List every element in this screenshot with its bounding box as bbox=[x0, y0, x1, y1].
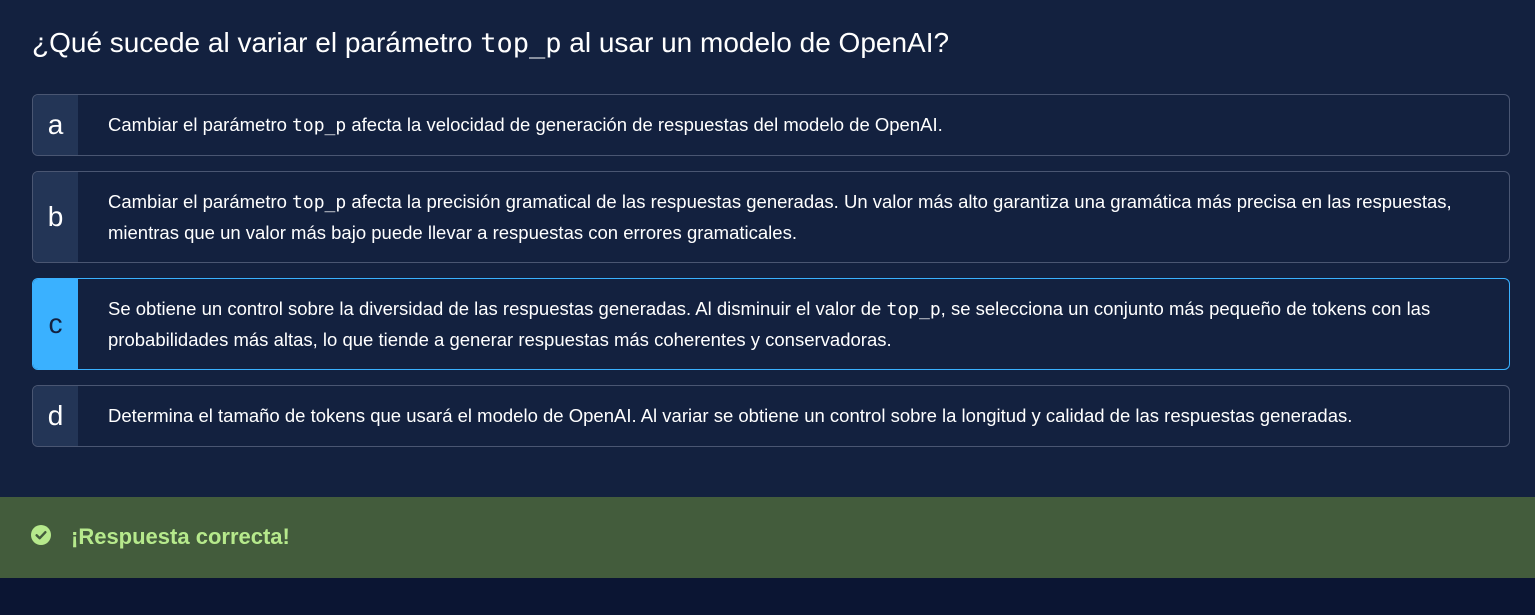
option-d-text: Determina el tamaño de tokens que usará … bbox=[108, 405, 1353, 426]
option-c-code: top_p bbox=[886, 298, 941, 320]
option-a-text-end: afecta la velocidad de generación de res… bbox=[346, 113, 943, 135]
question-text-end: al usar un modelo de OpenAI? bbox=[561, 27, 950, 58]
option-text-c: Se obtiene un control sobre la diversida… bbox=[108, 279, 1469, 369]
answer-option-c[interactable]: c Se obtiene un control sobre la diversi… bbox=[32, 278, 1510, 370]
answer-option-d[interactable]: d Determina el tamaño de tokens que usar… bbox=[32, 385, 1510, 447]
option-a-code: top_p bbox=[292, 114, 347, 136]
option-letter-c: c bbox=[33, 279, 78, 369]
option-text-a: Cambiar el parámetro top_p afecta la vel… bbox=[108, 95, 1469, 155]
option-text-b: Cambiar el parámetro top_p afecta la pre… bbox=[108, 172, 1469, 262]
answer-option-a[interactable]: a Cambiar el parámetro top_p afecta la v… bbox=[32, 94, 1510, 156]
question-code: top_p bbox=[480, 28, 562, 59]
check-circle-icon bbox=[31, 525, 51, 545]
option-letter-b: b bbox=[33, 172, 78, 262]
option-letter-d: d bbox=[33, 386, 78, 446]
option-b-text-start: Cambiar el parámetro bbox=[108, 190, 293, 212]
feedback-message: ¡Respuesta correcta! bbox=[71, 524, 290, 549]
option-text-d: Determina el tamaño de tokens que usará … bbox=[108, 386, 1469, 446]
question-title: ¿Qué sucede al variar el parámetro top_p… bbox=[32, 24, 949, 63]
option-letter-a: a bbox=[33, 95, 78, 155]
quiz-panel: ¿Qué sucede al variar el parámetro top_p… bbox=[0, 0, 1535, 497]
question-text-start: ¿Qué sucede al variar el parámetro bbox=[32, 27, 481, 58]
option-a-text-start: Cambiar el parámetro bbox=[108, 113, 293, 135]
option-b-code: top_p bbox=[292, 191, 347, 213]
option-c-text-start: Se obtiene un control sobre la diversida… bbox=[108, 297, 887, 319]
answer-option-b[interactable]: b Cambiar el parámetro top_p afecta la p… bbox=[32, 171, 1510, 263]
